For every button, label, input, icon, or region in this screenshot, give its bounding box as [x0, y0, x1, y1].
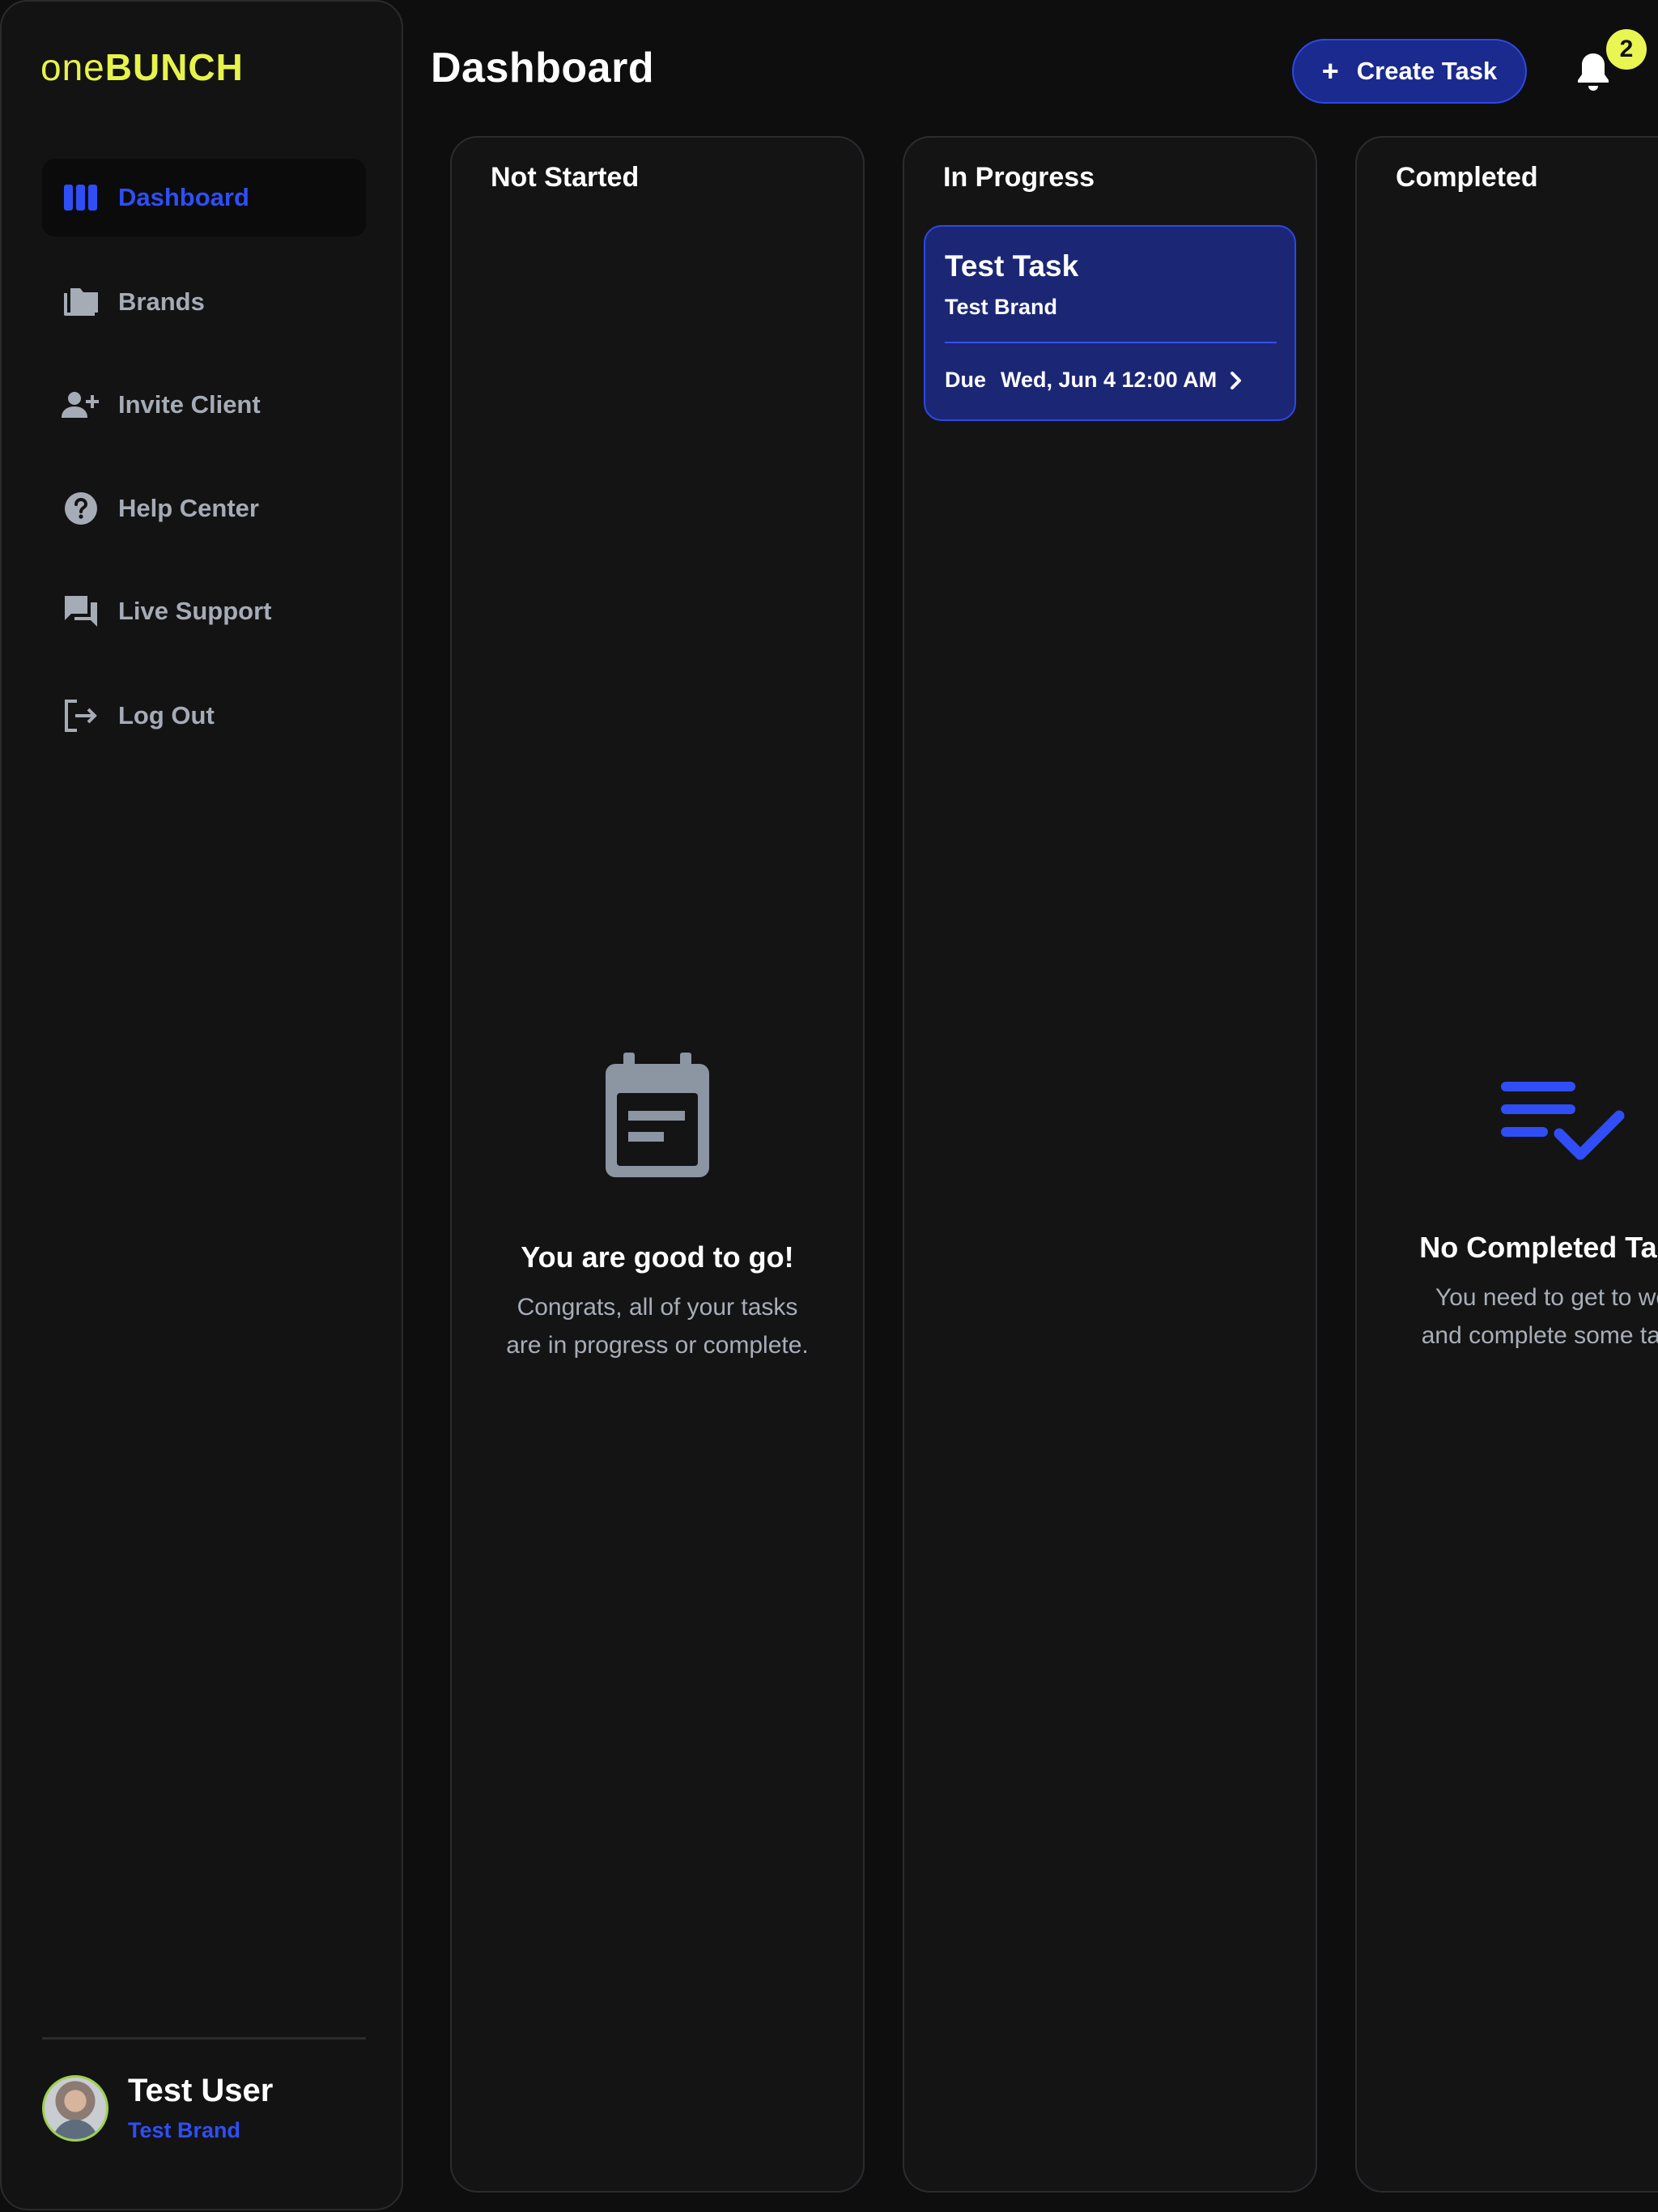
person-add-icon — [62, 385, 100, 424]
sidebar-item-label: Log Out — [118, 701, 215, 730]
sidebar: oneBUNCH Dashboard Brands Invite Client … — [0, 0, 403, 2210]
logo-part-one: one — [40, 46, 105, 88]
create-task-button[interactable]: + Create Task — [1292, 39, 1527, 104]
folders-icon — [62, 283, 100, 321]
column-title: Completed — [1396, 162, 1538, 193]
sidebar-item-live-support[interactable]: Live Support — [42, 572, 366, 650]
column-title: In Progress — [943, 162, 1095, 193]
sidebar-item-brands[interactable]: Brands — [42, 263, 366, 341]
app-root: oneBUNCH Dashboard Brands Invite Client … — [0, 0, 1658, 2212]
logout-icon — [62, 696, 100, 735]
chat-bubbles-icon — [62, 592, 100, 631]
chevron-right-icon — [1230, 371, 1243, 390]
sidebar-divider — [42, 2037, 366, 2040]
sidebar-item-dashboard[interactable]: Dashboard — [42, 159, 366, 236]
empty-state-line: Congrats, all of your tasks — [517, 1294, 798, 1321]
user-profile[interactable]: Test User Test Brand — [42, 2073, 273, 2143]
column-not-started: Not Started You are good to go! Congrats… — [450, 136, 865, 2193]
user-name: Test User — [128, 2073, 274, 2108]
plus-icon: + — [1321, 54, 1339, 87]
empty-state-subtitle: Congrats, all of your tasks are in progr… — [452, 1289, 863, 1364]
task-divider — [945, 342, 1277, 343]
sidebar-item-label: Invite Client — [118, 390, 261, 419]
sidebar-item-label: Live Support — [118, 597, 272, 625]
empty-state-title: You are good to go! — [521, 1240, 794, 1274]
avatar[interactable] — [42, 2074, 108, 2142]
onebunch-logo[interactable]: oneBUNCH — [40, 49, 244, 86]
task-card[interactable]: Test Task Test Brand Due Wed, Jun 4 12:0… — [924, 225, 1296, 421]
empty-state-line: You need to get to work — [1435, 1284, 1658, 1311]
logo-part-bunch: BUNCH — [104, 46, 244, 88]
sidebar-item-label: Brands — [118, 287, 205, 316]
page-title: Dashboard — [431, 45, 655, 91]
sidebar-item-help-center[interactable]: Help Center — [42, 470, 366, 547]
empty-state-not-started: You are good to go! Congrats, all of you… — [452, 1053, 863, 1364]
help-circle-icon — [62, 489, 100, 528]
task-title: Test Task — [945, 249, 1079, 283]
sidebar-item-label: Dashboard — [118, 183, 249, 211]
columns-icon — [62, 178, 100, 217]
due-label: Due — [945, 368, 987, 392]
empty-state-line: are in progress or complete. — [506, 1331, 809, 1359]
sidebar-item-label: Help Center — [118, 494, 259, 522]
empty-state-subtitle: You need to get to work and complete som… — [1357, 1279, 1658, 1355]
column-in-progress: In Progress Test Task Test Brand Due Wed… — [903, 136, 1317, 2193]
column-title: Not Started — [491, 162, 640, 193]
calendar-icon — [452, 1053, 863, 1179]
notification-badge: 2 — [1606, 29, 1647, 70]
create-task-label: Create Task — [1356, 57, 1498, 85]
empty-state-title: No Completed Tasks — [1419, 1231, 1658, 1264]
checklist-icon — [1357, 1077, 1658, 1166]
sidebar-item-invite-client[interactable]: Invite Client — [42, 366, 366, 444]
task-due: Due Wed, Jun 4 12:00 AM — [945, 368, 1243, 393]
sidebar-item-log-out[interactable]: Log Out — [42, 677, 366, 755]
column-completed: Completed No Completed Tasks You need to… — [1355, 136, 1658, 2193]
user-brand: Test Brand — [128, 2118, 241, 2142]
due-date: Wed, Jun 4 12:00 AM — [1001, 368, 1218, 392]
task-brand: Test Brand — [945, 295, 1058, 319]
empty-state-completed: No Completed Tasks You need to get to wo… — [1357, 1077, 1658, 1355]
empty-state-line: and complete some tasks. — [1421, 1321, 1658, 1349]
